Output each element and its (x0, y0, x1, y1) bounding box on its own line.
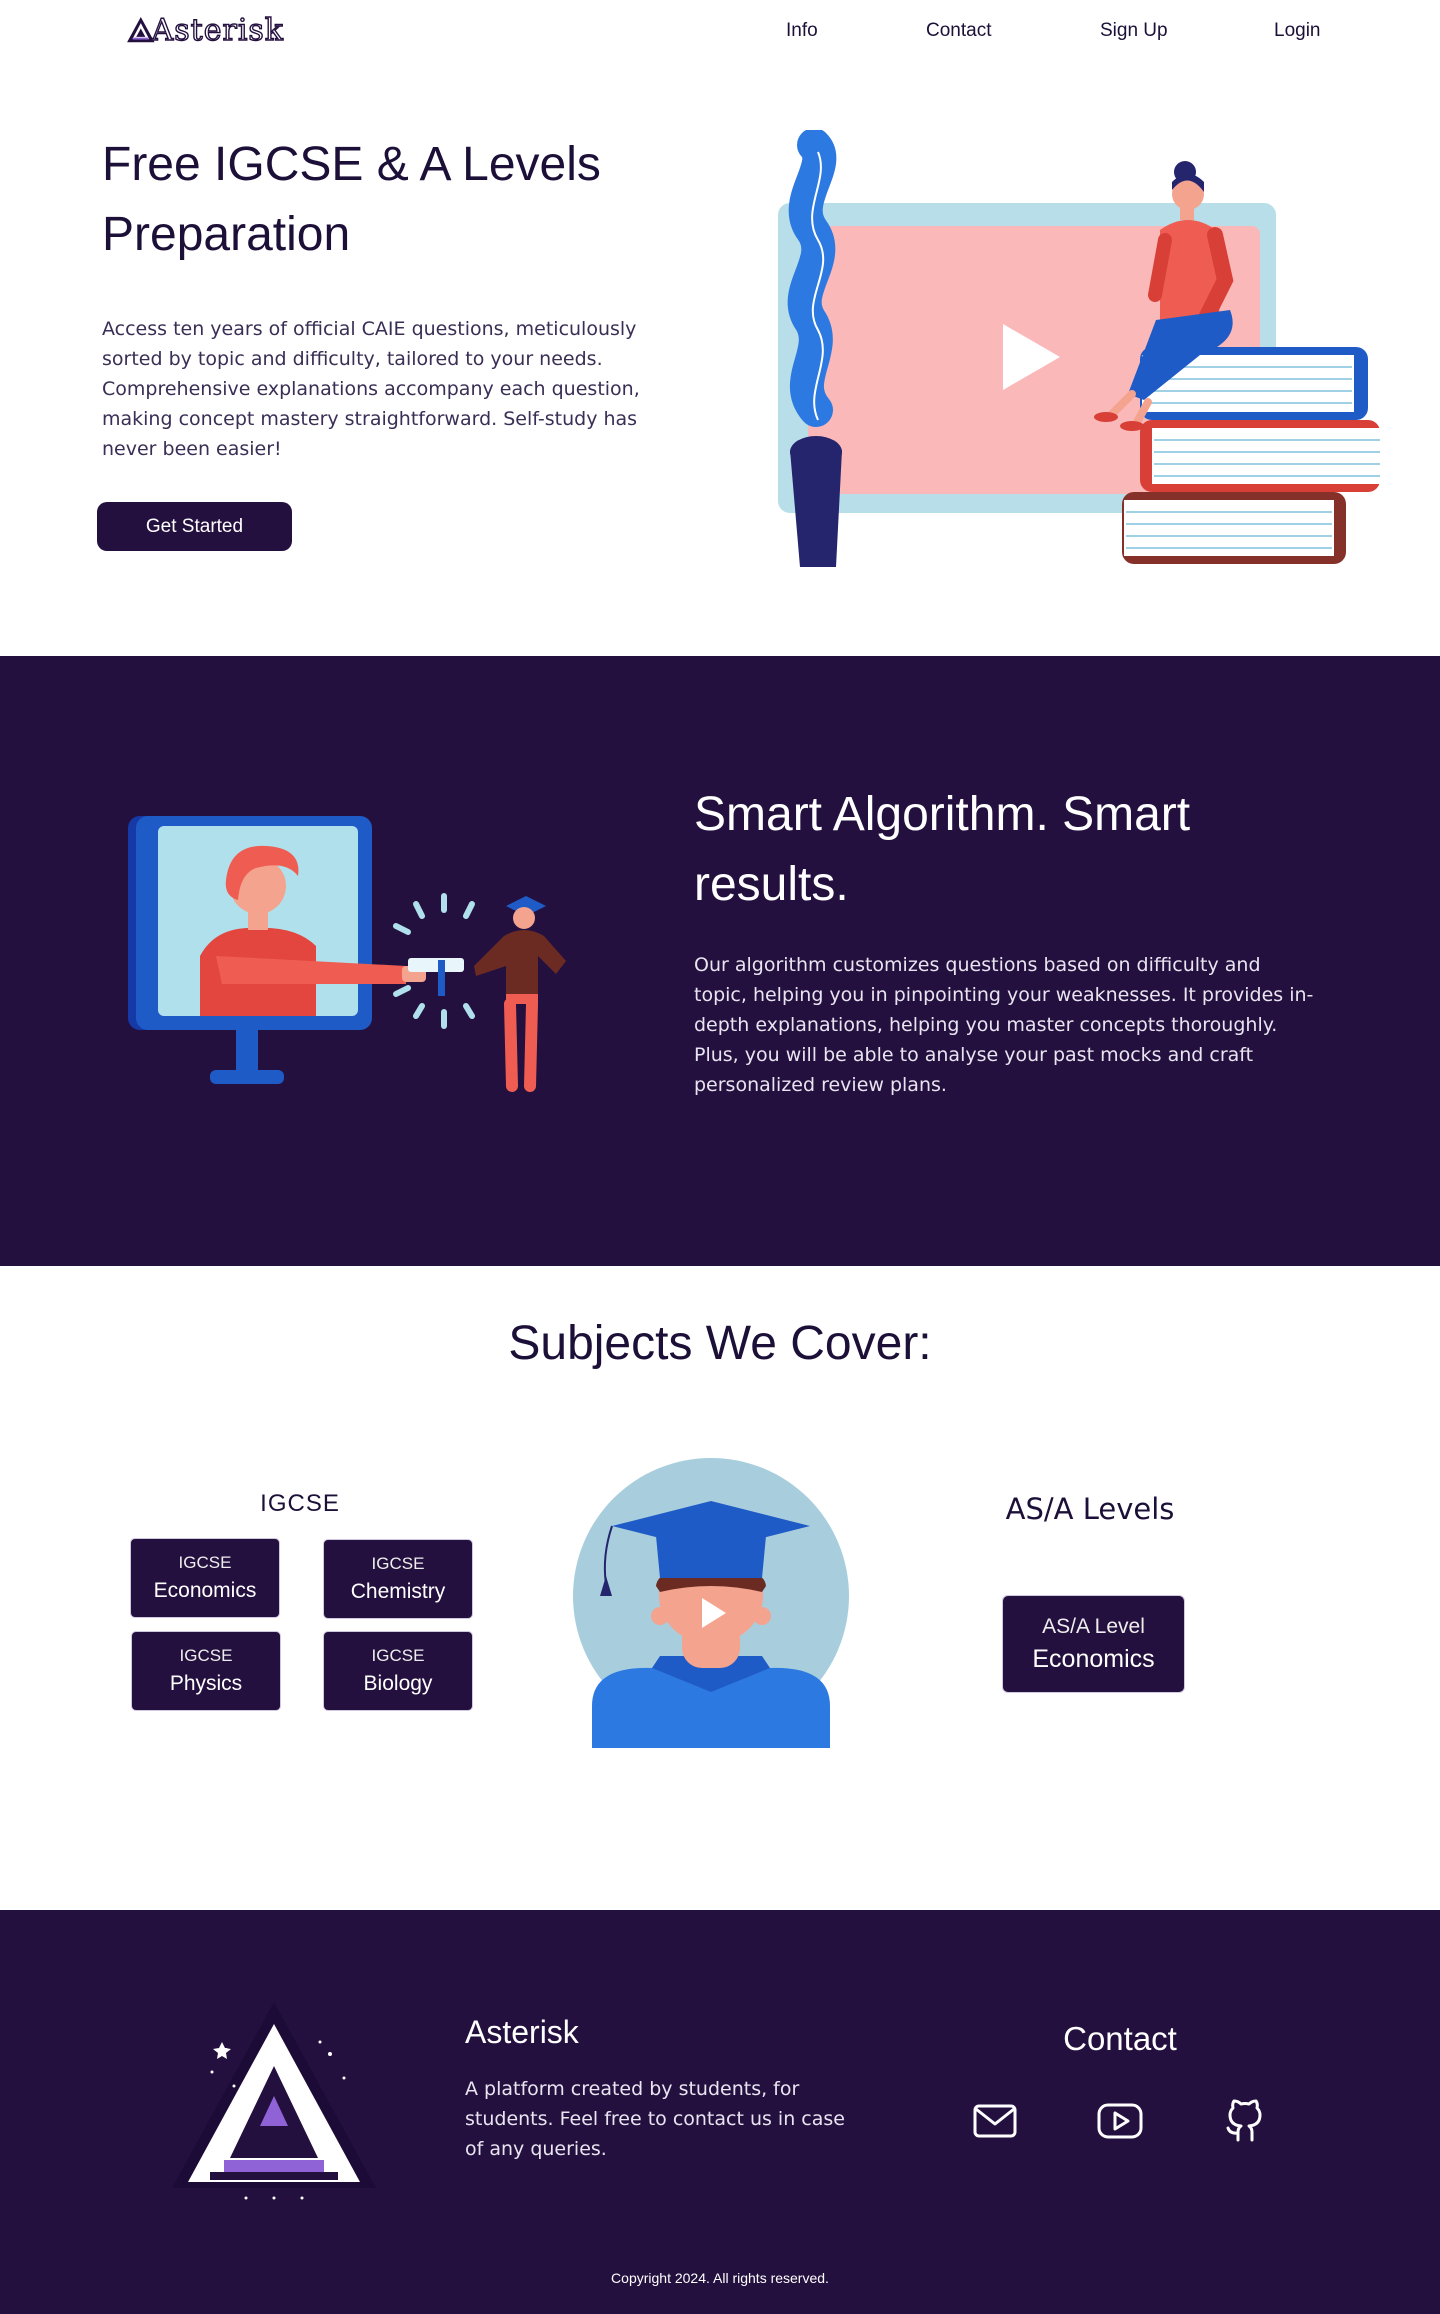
subjects-title: Subjects We Cover: (508, 1317, 932, 1370)
subject-level-label: IGCSE (371, 1554, 425, 1573)
get-started-button[interactable]: Get Started (97, 502, 292, 551)
alevel-heading: AS/A Levels (1005, 1492, 1175, 1526)
nav-link-info[interactable]: Info (786, 20, 818, 42)
algorithm-title: Smart Algorithm. Smart results. (694, 788, 1191, 911)
smart-algorithm-section: Smart Algorithm. Smart results. Our algo… (0, 656, 1440, 1266)
subject-igcse-economics-button[interactable]: IGCSE Economics (130, 1538, 280, 1618)
graduate-video-illustration (573, 1458, 849, 1748)
nav-link-contact[interactable]: Contact (926, 20, 991, 42)
hero-title: Free IGCSE & A Levels Preparation (102, 138, 601, 261)
video-lesson-illustration (778, 130, 1380, 567)
subject-igcse-physics-button[interactable]: IGCSE Physics (131, 1631, 281, 1711)
subject-name-label: Chemistry (350, 1580, 446, 1603)
subject-igcse-chemistry-button[interactable]: IGCSE Chemistry (323, 1539, 473, 1619)
subject-alevel-economics-button[interactable]: AS/A Level Economics (1002, 1595, 1185, 1693)
youtube-icon[interactable] (1095, 2096, 1145, 2146)
mail-icon[interactable] (970, 2096, 1020, 2146)
page: Asterisk Info Contact Sign Up Login Free… (0, 0, 1440, 2314)
subject-level-label: IGCSE (179, 1646, 233, 1665)
subject-level-label: AS/A Level (1042, 1614, 1145, 1638)
nav-link-sign-up[interactable]: Sign Up (1100, 20, 1168, 42)
subject-name-label: Physics (169, 1672, 243, 1695)
footer-description: A platform created by students, for stud… (465, 2078, 845, 2160)
footer-brand-name: Asterisk (465, 2014, 579, 2050)
subject-igcse-biology-button[interactable]: IGCSE Biology (323, 1631, 473, 1711)
subject-name-label: Economics (1032, 1644, 1155, 1673)
igcse-heading: IGCSE (260, 1490, 340, 1517)
algorithm-description: Our algorithm customizes questions based… (694, 954, 1314, 1096)
subject-level-label: IGCSE (178, 1553, 232, 1572)
footer: Asterisk A platform created by students,… (0, 1910, 1440, 2314)
subject-level-label: IGCSE (371, 1646, 425, 1665)
subject-name-label: Economics (153, 1579, 257, 1602)
asterisk-logo-icon (172, 2002, 376, 2200)
copyright-text: Copyright 2024. All rights reserved. (611, 2270, 829, 2286)
brand-logo[interactable]: Asterisk (124, 10, 284, 50)
brand-name: Asterisk (151, 12, 284, 48)
top-nav: Asterisk Info Contact Sign Up Login (0, 0, 1440, 64)
hero-description: Access ten years of official CAIE questi… (102, 318, 640, 460)
footer-contact-heading: Contact (1063, 2020, 1177, 2057)
github-icon[interactable] (1220, 2096, 1270, 2146)
online-tutoring-illustration (128, 816, 566, 1092)
subject-name-label: Biology (363, 1672, 433, 1695)
nav-link-login[interactable]: Login (1274, 20, 1321, 42)
